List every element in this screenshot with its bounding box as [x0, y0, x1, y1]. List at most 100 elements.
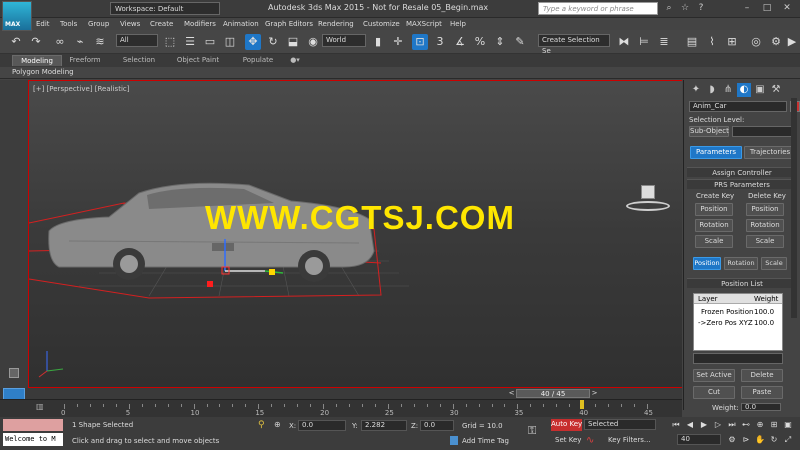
perspective-viewport[interactable]: [+] [Perspective] [Realistic] WWW.CGTSJ.…	[28, 80, 682, 388]
assign-controller-rollout[interactable]: Assign Controller	[687, 167, 797, 177]
search-input[interactable]: Type a keyword or phrase	[538, 2, 658, 15]
prs-tab-rotation[interactable]: Rotation	[724, 257, 758, 270]
y-coordinate-field[interactable]: 2.282	[361, 420, 407, 431]
close-icon[interactable]: ✕	[780, 2, 794, 15]
tab-modeling[interactable]: Modeling	[12, 55, 62, 66]
menu-create[interactable]: Create	[150, 18, 173, 30]
sub-object-button[interactable]: Sub-Object	[689, 126, 729, 137]
command-panel-scrollbar[interactable]	[791, 98, 797, 318]
time-tag-icon[interactable]	[450, 436, 458, 445]
select-object-icon[interactable]: ⬚	[162, 34, 178, 50]
auto-key-button[interactable]: Auto Key	[551, 419, 582, 431]
create-panel-icon[interactable]: ✦	[689, 83, 703, 97]
menu-rendering[interactable]: Rendering	[318, 18, 354, 30]
go-to-end-icon[interactable]: ⏭	[726, 419, 738, 430]
graphite-toggle-icon[interactable]: ▤	[684, 34, 700, 50]
menu-customize[interactable]: Customize	[363, 18, 400, 30]
place-icon[interactable]: ◉	[305, 34, 321, 50]
named-selection-icon[interactable]: ✎	[512, 34, 528, 50]
rectangular-selection-icon[interactable]: ▭	[202, 34, 218, 50]
app-logo-icon[interactable]: MAX	[2, 1, 32, 31]
delete-button[interactable]: Delete	[741, 369, 783, 382]
keyboard-shortcut-override-icon[interactable]: ⊡	[412, 34, 428, 50]
play-icon[interactable]: ▶	[698, 419, 710, 430]
maximize-viewport-icon[interactable]: ⤢	[782, 434, 794, 445]
x-coordinate-field[interactable]: 0.0	[298, 420, 346, 431]
sub-object-dropdown[interactable]	[732, 126, 794, 137]
zoom-extents-icon[interactable]: ▣	[782, 419, 794, 430]
field-of-view-icon[interactable]: ⊳	[740, 434, 752, 445]
viewport-layout-icon[interactable]	[9, 368, 19, 378]
create-key-scale-button[interactable]: Scale	[695, 235, 733, 248]
menu-tools[interactable]: Tools	[60, 18, 77, 30]
delete-key-rotation-button[interactable]: Rotation	[746, 219, 784, 232]
menu-group[interactable]: Group	[88, 18, 109, 30]
star-icon[interactable]: ☆	[678, 2, 692, 15]
menu-maxscript[interactable]: MAXScript	[406, 18, 442, 30]
polygon-modeling-label[interactable]: Polygon Modeling	[12, 68, 74, 76]
zoom-icon[interactable]: ⊕	[754, 419, 766, 430]
select-and-scale-icon[interactable]: ⬓	[285, 34, 301, 50]
set-active-button[interactable]: Set Active	[693, 369, 735, 382]
ribbon-options-icon[interactable]: ●▾	[288, 55, 302, 66]
hierarchy-panel-icon[interactable]: ⋔	[721, 83, 735, 97]
display-panel-icon[interactable]: ▣	[753, 83, 767, 97]
select-and-move-icon[interactable]: ✥	[245, 34, 261, 50]
pivot-center-icon[interactable]: ▮	[370, 34, 386, 50]
undo-icon[interactable]: ↶	[8, 34, 24, 50]
time-configuration-icon[interactable]: ⚙	[726, 434, 738, 445]
minimize-icon[interactable]: –	[740, 2, 754, 15]
select-manipulate-icon[interactable]: ✛	[390, 34, 406, 50]
tab-trajectories[interactable]: Trajectories	[744, 146, 796, 159]
viewcube-icon[interactable]	[641, 185, 655, 199]
previous-key-icon[interactable]: ◀	[684, 419, 696, 430]
schematic-view-icon[interactable]: ⊞	[724, 34, 740, 50]
table-row[interactable]: ->Zero Pos XYZ	[698, 319, 753, 327]
create-key-position-button[interactable]: Position	[695, 203, 733, 216]
go-to-start-icon[interactable]: ⏮	[670, 419, 682, 430]
menu-animation[interactable]: Animation	[223, 18, 259, 30]
next-frame-icon[interactable]: >	[590, 389, 599, 398]
position-list-rollout[interactable]: Position List	[687, 278, 797, 288]
time-slider-thumb[interactable]: 40 / 45	[516, 389, 590, 398]
viewcube-ring[interactable]	[626, 201, 670, 211]
snap-toggle-icon[interactable]: 3	[432, 34, 448, 50]
add-time-tag-button[interactable]: Add Time Tag	[462, 437, 509, 445]
maximize-icon[interactable]: □	[760, 2, 774, 15]
workspace-dropdown[interactable]: Workspace: Default	[110, 2, 220, 15]
key-icon[interactable]: ⚿	[528, 424, 546, 438]
layer-name-field[interactable]	[693, 353, 783, 364]
material-editor-icon[interactable]: ◎	[748, 34, 764, 50]
set-key-filter-icon[interactable]: ∿	[586, 434, 600, 447]
motion-panel-icon[interactable]: ◐	[737, 83, 751, 97]
track-bar[interactable]: ▥ 0 5 10 15 20 25 30 35 40 45	[0, 399, 682, 417]
position-list-table[interactable]: Layer Weight Frozen Position 100.0 ->Zer…	[693, 293, 783, 351]
curve-editor-icon[interactable]: ⌇	[704, 34, 720, 50]
z-coordinate-field[interactable]: 0.0	[420, 420, 454, 431]
select-and-rotate-icon[interactable]: ↻	[265, 34, 281, 50]
spinner-snap-icon[interactable]: ⇕	[492, 34, 508, 50]
prs-parameters-rollout[interactable]: PRS Parameters	[687, 179, 797, 189]
set-key-button[interactable]: Set Key	[555, 436, 581, 444]
binoculars-icon[interactable]: ⌕	[662, 2, 676, 15]
named-selection-dropdown[interactable]: Create Selection Se	[538, 34, 610, 55]
cut-button[interactable]: Cut	[693, 386, 735, 399]
zoom-all-icon[interactable]: ⊞	[768, 419, 780, 430]
table-row[interactable]: Frozen Position	[701, 308, 753, 316]
menu-graph-editors[interactable]: Graph Editors	[265, 18, 313, 30]
render-setup-icon[interactable]: ⚙	[768, 34, 784, 50]
key-mode-icon[interactable]: ⊷	[740, 419, 752, 430]
delete-key-position-button[interactable]: Position	[746, 203, 784, 216]
create-key-rotation-button[interactable]: Rotation	[695, 219, 733, 232]
prev-frame-icon[interactable]: <	[507, 389, 516, 398]
object-name-field[interactable]: Anim_Car	[689, 101, 787, 112]
utilities-panel-icon[interactable]: ⚒	[769, 83, 783, 97]
tab-populate[interactable]: Populate	[238, 55, 278, 66]
menu-help[interactable]: Help	[450, 18, 466, 30]
maxscript-input[interactable]: Welcome to M	[3, 433, 63, 446]
tab-object-paint[interactable]: Object Paint	[172, 55, 224, 66]
current-frame-field[interactable]: 40	[677, 434, 721, 445]
selected-dropdown[interactable]: Selected	[584, 419, 656, 430]
unlink-icon[interactable]: ⌁	[72, 34, 88, 50]
tab-selection[interactable]: Selection	[118, 55, 160, 66]
